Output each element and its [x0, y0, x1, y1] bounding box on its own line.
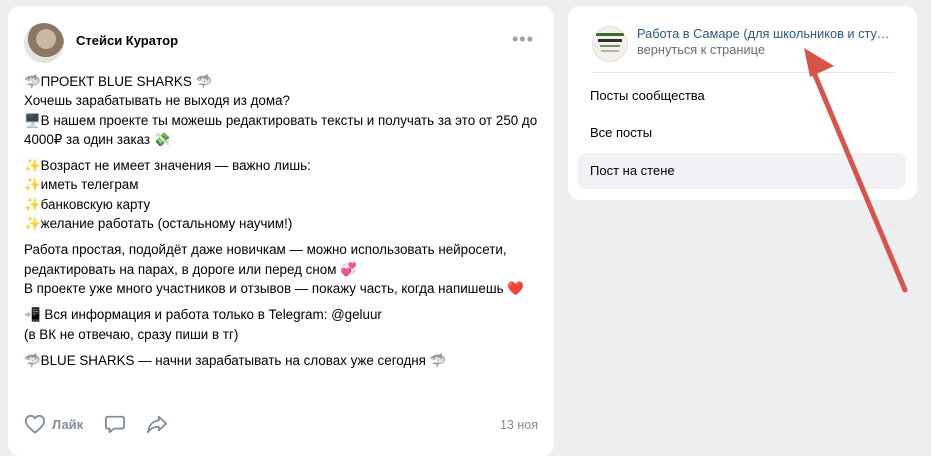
like-button[interactable]: Лайк	[24, 414, 83, 434]
comment-icon	[104, 414, 126, 434]
menu-item-label: Все посты	[590, 125, 653, 140]
back-to-page-link[interactable]: вернуться к странице	[637, 42, 765, 57]
post-paragraph: 📲 Вся информация и работа только в Teleg…	[24, 307, 382, 342]
post-author-name[interactable]: Стейси Куратор	[76, 33, 178, 48]
divider	[592, 72, 894, 73]
comment-button[interactable]	[104, 414, 126, 434]
post-paragraph: 🦈ПРОЕКТ BLUE SHARKS 🦈 Хочешь зарабатыват…	[24, 74, 538, 147]
more-horizontal-icon[interactable]: •••	[512, 30, 534, 48]
group-logo[interactable]	[592, 26, 628, 62]
post-paragraph: 🦈BLUE SHARKS — начни зарабатывать на сло…	[24, 352, 447, 368]
post-date[interactable]: 13 ноя	[500, 418, 538, 432]
post-paragraph: ✨Возраст не имеет значения — важно лишь:…	[24, 158, 311, 232]
share-icon	[146, 414, 168, 434]
menu-item-wall-post[interactable]: Пост на стене	[578, 153, 906, 189]
menu-item-label: Посты сообщества	[590, 88, 705, 103]
author-avatar[interactable]	[24, 23, 64, 63]
post-text: 🦈ПРОЕКТ BLUE SHARKS 🦈 Хочешь зарабатыват…	[24, 72, 544, 377]
like-label: Лайк	[52, 416, 84, 432]
menu-item-community-posts[interactable]: Посты сообщества	[578, 78, 906, 114]
post-card: Стейси Куратор ••• 🦈ПРОЕКТ BLUE SHARKS 🦈…	[8, 6, 554, 456]
menu-item-all-posts[interactable]: Все посты	[578, 115, 906, 151]
post-paragraph: Работа простая, подойдёт даже новичкам —…	[24, 242, 524, 296]
sidebar-card: Работа в Самаре (для школьников и студен…	[568, 6, 917, 200]
menu-item-label: Пост на стене	[590, 163, 675, 178]
post-footer: Лайк 13 ноя	[24, 414, 538, 436]
heart-icon	[24, 414, 46, 434]
share-button[interactable]	[146, 414, 168, 434]
group-name-link[interactable]: Работа в Самаре (для школьников и студен…	[637, 26, 895, 41]
